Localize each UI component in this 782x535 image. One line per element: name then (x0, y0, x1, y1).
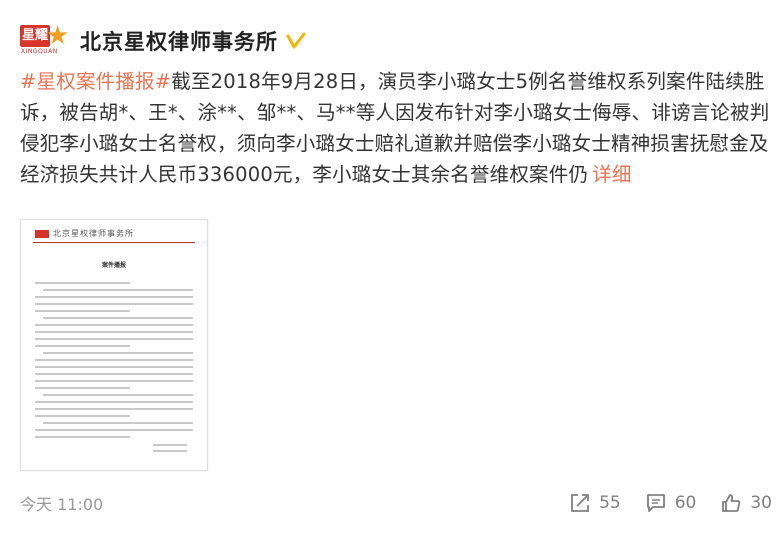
logo-subtext: XINGQUAN (21, 48, 58, 55)
comment-button[interactable]: 60 (645, 492, 697, 514)
doc-divider (33, 242, 195, 243)
comment-count: 60 (674, 493, 697, 513)
post-footer: 今天 11:00 55 60 30 (20, 488, 772, 518)
like-count: 30 (750, 493, 772, 513)
verified-badge-icon (286, 32, 306, 49)
doc-signature (153, 444, 187, 456)
doc-text-lines (35, 282, 193, 443)
doc-logo (35, 230, 49, 238)
star-icon: ★ (46, 21, 70, 51)
post-header: 星耀 ★ XINGQUAN 北京星权律师事务所 (20, 18, 306, 64)
repost-count: 55 (599, 493, 621, 513)
like-button[interactable]: 30 (720, 492, 772, 514)
post-actions: 55 60 30 (545, 492, 772, 514)
account-name[interactable]: 北京星权律师事务所 (80, 26, 278, 56)
repost-button[interactable]: 55 (569, 492, 621, 514)
thumbs-up-icon (722, 494, 741, 512)
comment-icon (646, 494, 665, 512)
doc-firm-header: 北京星权律师事务所 (53, 229, 134, 238)
post-text: #星权案件播报#截至2018年9月28日，演员李小璐女士5例名誉维权系列案件陆续… (20, 66, 772, 190)
firm-logo[interactable]: 星耀 ★ XINGQUAN (20, 21, 70, 61)
post-time[interactable]: 今天 11:00 (20, 491, 103, 515)
repost-icon (571, 494, 589, 512)
more-link[interactable]: 详细 (592, 163, 631, 186)
attached-image[interactable]: 北京星权律师事务所 案件播报 (20, 219, 208, 471)
doc-title: 案件播报 (101, 262, 126, 269)
hashtag-link[interactable]: #星权案件播报# (20, 70, 171, 93)
